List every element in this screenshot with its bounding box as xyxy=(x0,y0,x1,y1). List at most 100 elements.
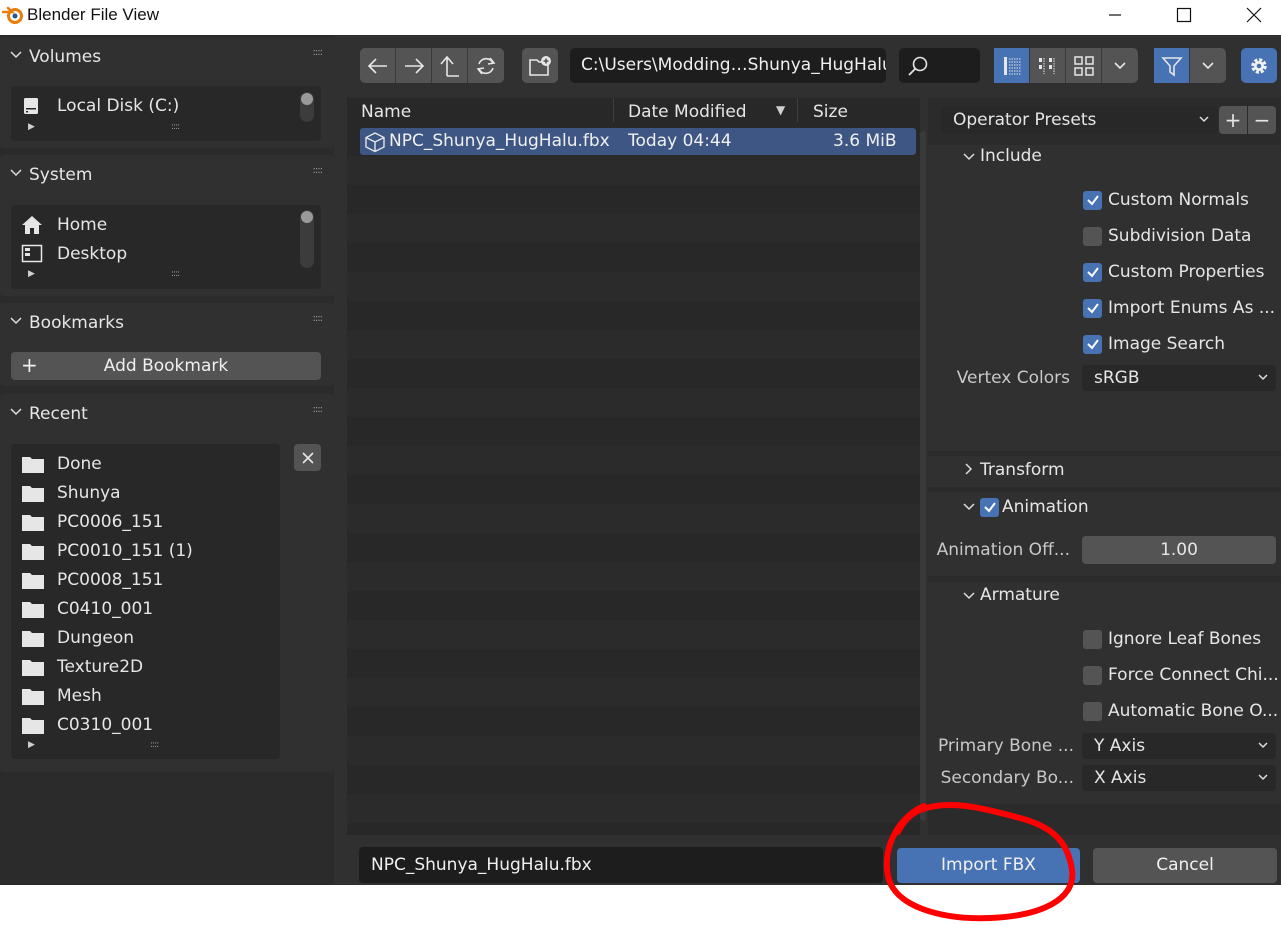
file-list-scrollbar[interactable] xyxy=(920,131,926,821)
resize-grip-icon[interactable]: :::: xyxy=(171,269,180,279)
expand-icon[interactable]: ▶ xyxy=(28,740,35,750)
checkbox-checked-icon xyxy=(1083,190,1102,210)
chevron-down-icon xyxy=(1258,774,1268,781)
import-enums-checkbox[interactable]: Import Enums As ... xyxy=(1083,297,1275,319)
automatic-bone-orientation-checkbox[interactable]: Automatic Bone O... xyxy=(1083,700,1278,722)
display-settings-dropdown[interactable] xyxy=(1102,48,1138,83)
bookmarks-header[interactable]: Bookmarks :::: xyxy=(0,303,334,343)
recent-list: Done Shunya PC0006_151 PC0010_151 (1) PC… xyxy=(11,444,280,759)
window-title: Blender File View xyxy=(27,5,159,24)
subdivision-data-checkbox[interactable]: Subdivision Data xyxy=(1083,225,1251,247)
list-item[interactable]: Done xyxy=(21,449,102,478)
list-item[interactable]: C0310_001 xyxy=(21,710,153,739)
list-item[interactable]: Dungeon xyxy=(21,623,134,652)
add-preset-button[interactable]: + xyxy=(1219,106,1247,134)
list-item[interactable]: Texture2D xyxy=(21,652,143,681)
sidebar-item-desktop[interactable]: Desktop xyxy=(21,239,127,268)
drag-handle-icon[interactable]: :::: xyxy=(313,404,324,415)
parent-directory-button[interactable] xyxy=(432,48,468,83)
force-connect-children-checkbox[interactable]: Force Connect Chi... xyxy=(1083,664,1279,686)
folder-icon xyxy=(21,656,47,678)
animation-checkbox[interactable]: Animation xyxy=(980,496,1089,518)
drag-handle-icon[interactable]: :::: xyxy=(313,47,324,58)
chevron-down-icon[interactable] xyxy=(962,502,976,512)
primary-bone-axis-dropdown[interactable]: Y Axis xyxy=(1082,733,1276,759)
directory-path-field[interactable]: C:\Users\Modding…Shunya_HugHalu\ xyxy=(570,48,886,83)
close-window-button[interactable] xyxy=(1234,2,1274,28)
filename-field[interactable]: NPC_Shunya_HugHalu.fbx xyxy=(359,847,883,883)
column-divider[interactable] xyxy=(613,98,614,122)
scrollbar[interactable] xyxy=(300,92,314,122)
chevron-down-icon xyxy=(10,169,22,177)
chevron-down-icon[interactable] xyxy=(962,152,976,162)
column-header-date[interactable]: Date Modified xyxy=(628,98,747,126)
maximize-button[interactable] xyxy=(1164,2,1204,28)
sidebar-item-local-disk[interactable]: Local Disk (C:) xyxy=(21,91,179,120)
recent-header[interactable]: Recent :::: xyxy=(0,394,334,434)
list-item[interactable]: PC0008_151 xyxy=(21,565,163,594)
search-input[interactable] xyxy=(899,48,980,83)
vertical-list-button[interactable] xyxy=(994,48,1030,83)
add-bookmark-button[interactable]: + Add Bookmark xyxy=(11,352,321,380)
list-item-label: C0410_001 xyxy=(57,598,154,619)
list-item[interactable]: C0410_001 xyxy=(21,594,153,623)
list-item[interactable]: Mesh xyxy=(21,681,102,710)
custom-normals-checkbox[interactable]: Custom Normals xyxy=(1083,189,1249,211)
checkbox-unchecked-icon xyxy=(1083,701,1102,721)
sidebar-item-home[interactable]: Home xyxy=(21,210,107,239)
import-fbx-button[interactable]: Import FBX xyxy=(897,848,1080,883)
volumes-header[interactable]: Volumes :::: xyxy=(0,37,334,77)
column-header-name[interactable]: Name xyxy=(361,98,411,126)
sort-descending-icon[interactable]: ▼ xyxy=(776,103,785,117)
chevron-down-icon[interactable] xyxy=(962,591,976,601)
column-header-size[interactable]: Size xyxy=(813,98,848,126)
drag-handle-icon[interactable]: :::: xyxy=(313,165,324,176)
cancel-button[interactable]: Cancel xyxy=(1093,848,1277,883)
checkbox-label: Custom Properties xyxy=(1108,262,1265,282)
list-item-label: Mesh xyxy=(57,685,102,706)
column-divider[interactable] xyxy=(797,98,798,122)
forward-button[interactable] xyxy=(396,48,432,83)
arrow-left-icon xyxy=(367,57,387,74)
volumes-panel: Volumes :::: Local Disk (C:) ▶ :::: xyxy=(0,37,334,148)
chevron-down-icon xyxy=(1114,61,1126,69)
refresh-button[interactable] xyxy=(468,48,504,83)
remove-preset-button[interactable]: − xyxy=(1248,106,1276,134)
settings-button[interactable] xyxy=(1241,48,1277,83)
system-header[interactable]: System :::: xyxy=(0,155,334,195)
table-row[interactable]: NPC_Shunya_HugHalu.fbx Today 04:44 3.6 M… xyxy=(360,128,916,155)
new-directory-button[interactable] xyxy=(522,48,558,83)
minimize-button[interactable] xyxy=(1095,2,1135,28)
secondary-bone-axis-label: Secondary Bo... xyxy=(940,768,1074,788)
list-item[interactable]: PC0010_151 (1) xyxy=(21,536,193,565)
chevron-down-icon xyxy=(1258,742,1268,749)
list-item[interactable]: Shunya xyxy=(21,478,121,507)
image-search-checkbox[interactable]: Image Search xyxy=(1083,333,1225,355)
ignore-leaf-bones-checkbox[interactable]: Ignore Leaf Bones xyxy=(1083,628,1261,650)
folder-icon xyxy=(21,598,47,620)
animation-offset-field[interactable]: 1.00 xyxy=(1082,536,1276,564)
filter-settings-dropdown[interactable] xyxy=(1190,48,1226,83)
operator-presets-dropdown[interactable]: Operator Presets xyxy=(941,106,1217,134)
back-button[interactable] xyxy=(360,48,396,83)
recent-title: Recent xyxy=(29,404,88,424)
drag-handle-icon[interactable]: :::: xyxy=(313,313,324,324)
expand-icon[interactable]: ▶ xyxy=(28,122,35,132)
vertex-colors-dropdown[interactable]: sRGB xyxy=(1082,365,1276,391)
secondary-bone-axis-dropdown[interactable]: X Axis xyxy=(1082,765,1276,791)
armature-section: Armature Ignore Leaf Bones Force Connect… xyxy=(928,582,1281,804)
scrollbar[interactable] xyxy=(300,210,314,268)
custom-properties-checkbox[interactable]: Custom Properties xyxy=(1083,261,1264,283)
list-item[interactable]: PC0006_151 xyxy=(21,507,163,536)
resize-grip-icon[interactable]: :::: xyxy=(171,122,180,132)
horizontal-list-button[interactable] xyxy=(1030,48,1066,83)
checkbox-checked-icon xyxy=(1083,334,1102,354)
thumbnails-button[interactable] xyxy=(1066,48,1102,83)
expand-icon[interactable]: ▶ xyxy=(28,269,35,279)
checkbox-checked-icon xyxy=(1083,262,1102,282)
clear-recent-button[interactable] xyxy=(294,444,321,471)
transform-section[interactable]: Transform xyxy=(928,456,1281,487)
checkbox-label: Subdivision Data xyxy=(1108,226,1252,246)
filter-toggle-button[interactable] xyxy=(1154,48,1190,83)
resize-grip-icon[interactable]: :::: xyxy=(150,740,159,750)
